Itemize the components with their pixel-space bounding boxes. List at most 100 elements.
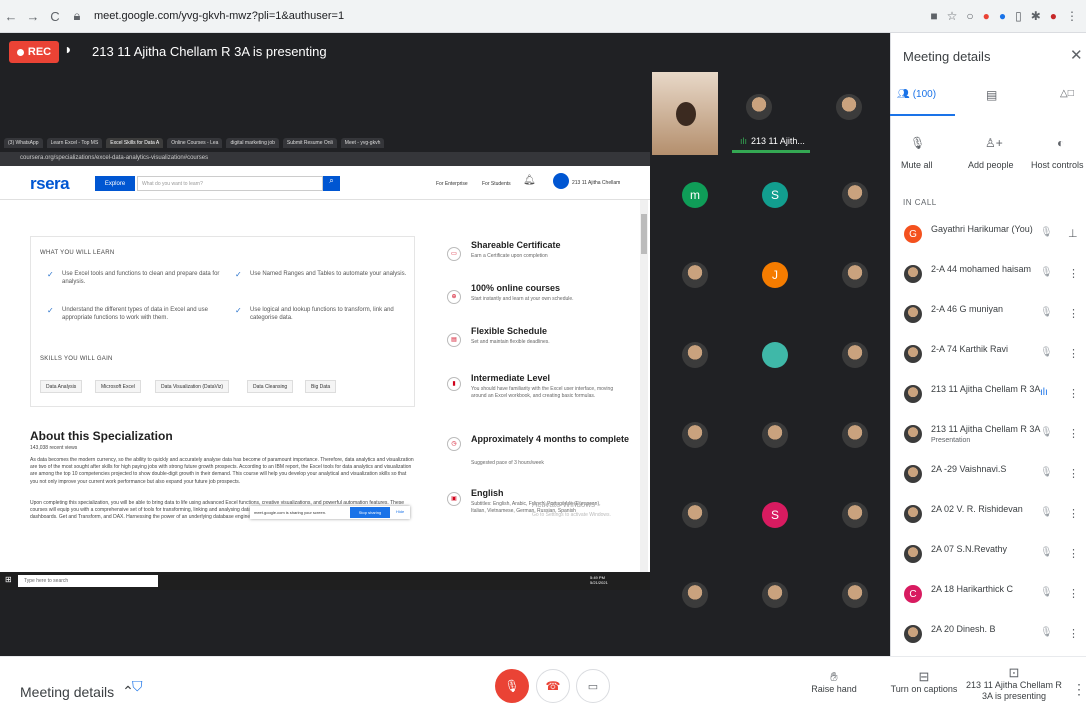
star-icon[interactable]: ☆ <box>947 9 958 23</box>
add-people-label[interactable]: Add people <box>968 160 1014 170</box>
reload-icon[interactable]: C <box>44 9 66 24</box>
participant-tile[interactable] <box>820 160 890 230</box>
add-people-icon[interactable]: ♙+ <box>985 136 1003 150</box>
captions-button[interactable]: ⊟ Turn on captions <box>888 669 960 695</box>
participant-row[interactable]: 213 11 Ajitha Chellam R 3A Presentation 🎙︎… <box>890 418 1086 452</box>
pin-icon[interactable]: ⊥ <box>1068 227 1078 240</box>
participant-tile[interactable] <box>660 480 730 550</box>
mic-off-icon: 🎙︎ <box>1040 587 1053 598</box>
participant-row[interactable]: 2-A 46 G muniyan 🎙︎ ⋮ <box>890 298 1086 332</box>
avatar <box>762 342 788 368</box>
mute-all-icon[interactable]: 🎙︎ <box>910 136 925 150</box>
participant-tile[interactable] <box>660 560 730 630</box>
raise-hand-button[interactable]: ✋︎ Raise hand <box>806 670 862 695</box>
participant-tile[interactable] <box>740 320 810 390</box>
more-options-icon[interactable]: ⋮ <box>1068 467 1079 480</box>
participant-tile[interactable] <box>820 560 890 630</box>
shield-icon[interactable]: ⛉ <box>132 678 143 695</box>
more-options-icon[interactable]: ⋮ <box>1068 387 1079 400</box>
self-video-tile[interactable] <box>652 72 718 155</box>
more-options-icon[interactable]: ⋮ <box>1068 347 1079 360</box>
activities-icon[interactable]: △□ <box>1060 88 1074 99</box>
participant-tile[interactable] <box>660 400 730 470</box>
participant-name-block: 213 11 Ajitha Chellam R 3A <box>931 384 1051 395</box>
host-controls-label[interactable]: Host controls <box>1031 160 1084 170</box>
chat-icon[interactable]: ▤ <box>986 88 997 102</box>
profile-icon[interactable]: ● <box>1050 9 1057 23</box>
participant-name: 2-A 46 G muniyan <box>931 304 1004 314</box>
participant-tile[interactable] <box>660 320 730 390</box>
participant-tile[interactable] <box>820 480 890 550</box>
participant-tile[interactable]: m <box>660 160 730 230</box>
participant-name-block: 2-A 74 Karthik Ravi <box>931 344 1051 355</box>
presenting-button[interactable]: ⊡ 213 11 Ajitha Chellam R 3A is presentin… <box>962 667 1066 705</box>
puzzle-icon[interactable]: ✱ <box>1031 9 1041 23</box>
certificate-icon: ▭ <box>447 247 461 261</box>
hang-up-button[interactable]: ☎︎ <box>536 669 570 703</box>
feature-title: Approximately 4 months to complete <box>471 434 630 444</box>
captions-icon: ⊟ <box>918 669 930 684</box>
more-options-icon[interactable]: ⋮ <box>1072 681 1086 698</box>
participant-row[interactable]: C 2A 18 Harikarthick C 🎙︎ ⋮ <box>890 578 1086 612</box>
participant-tile[interactable]: S <box>740 480 810 550</box>
participant-tile[interactable]: S <box>740 160 810 230</box>
more-options-icon[interactable]: ⋮ <box>1068 427 1079 440</box>
check-icon: ✓ <box>47 270 54 279</box>
mic-off-button[interactable]: 🎙︎ <box>495 669 529 703</box>
participant-row[interactable]: 213 11 Ajitha Chellam R 3A ılı ⋮ <box>890 378 1086 412</box>
avatar: C <box>904 585 922 603</box>
host-controls-icon[interactable]: ◐ <box>1057 136 1064 150</box>
learn-heading: WHAT YOU WILL LEARN <box>40 250 115 256</box>
more-options-icon[interactable]: ⋮ <box>1068 507 1079 520</box>
avatar <box>682 262 708 288</box>
forward-icon[interactable]: → <box>22 9 44 24</box>
presenting-title: 213 11 Ajitha Chellam R 3A is presenting <box>92 44 327 59</box>
extension-icon[interactable]: ▯ <box>1015 9 1022 23</box>
lock-icon[interactable]: 🔒︎ <box>66 8 88 24</box>
participant-row[interactable]: 2A -29 Vaishnavi.S 🎙︎ ⋮ <box>890 458 1086 492</box>
more-options-icon[interactable]: ⋮ <box>1068 307 1079 320</box>
avatar <box>553 173 569 189</box>
tab-people[interactable]: 👥︎ (100) <box>897 89 936 100</box>
meeting-details-toggle[interactable]: Meeting details ⌃ <box>20 683 134 700</box>
shared-tab: Submit Resume Onli <box>282 138 337 148</box>
extension-icon[interactable]: ○ <box>966 9 973 23</box>
participant-tile[interactable] <box>660 240 730 310</box>
people-count: (100) <box>912 89 937 100</box>
avatar <box>904 465 922 483</box>
address-bar[interactable]: meet.google.com/yvg-gkvh-mwz?pli=1&authu… <box>94 10 344 22</box>
close-icon[interactable]: ✕ <box>1070 46 1083 64</box>
menu-icon[interactable]: ⋮ <box>1066 9 1078 23</box>
avatar <box>682 502 708 528</box>
more-options-icon[interactable]: ⋮ <box>1068 547 1079 560</box>
more-options-icon[interactable]: ⋮ <box>1068 627 1079 640</box>
skills-heading: SKILLS YOU WILL GAIN <box>40 356 113 362</box>
camera-icon[interactable]: ■ <box>930 9 937 23</box>
participant-tile[interactable]: J <box>740 240 810 310</box>
participant-tile[interactable] <box>820 320 890 390</box>
participant-tile[interactable] <box>740 560 810 630</box>
mute-all-label[interactable]: Mute all <box>901 160 933 170</box>
more-options-icon[interactable]: ⋮ <box>1068 267 1079 280</box>
extension-icon[interactable]: ● <box>983 9 990 23</box>
participant-tile[interactable] <box>740 400 810 470</box>
participant-row[interactable]: 2A 02 V. R. Rishidevan 🎙︎ ⋮ <box>890 498 1086 532</box>
clock-icon: ◷ <box>447 437 461 451</box>
back-icon[interactable]: ← <box>0 9 22 24</box>
extension-icon[interactable]: ● <box>999 9 1006 23</box>
participant-tile[interactable] <box>820 400 890 470</box>
windows-start-icon: ⊞ <box>5 575 12 584</box>
tab-indicator <box>890 114 955 116</box>
more-options-icon[interactable]: ⋮ <box>1068 587 1079 600</box>
participant-name-block: 2A -29 Vaishnavi.S <box>931 464 1051 475</box>
participant-row[interactable]: 2-A 44 mohamed haisam 🎙︎ ⋮ <box>890 258 1086 292</box>
participant-avatar <box>836 94 862 120</box>
audio-level-icon: ılı <box>1040 387 1048 398</box>
participant-row[interactable]: 2A 20 Dinesh. B 🎙︎ ⋮ <box>890 618 1086 652</box>
participant-row[interactable]: 2A 07 S.N.Revathy 🎙︎ ⋮ <box>890 538 1086 572</box>
participant-tile[interactable] <box>820 240 890 310</box>
participant-row[interactable]: G Gayathri Harikumar (You) 🎙︎ ⊥ <box>890 218 1086 252</box>
camera-button[interactable]: ▭ <box>576 669 610 703</box>
presenter-avatar <box>746 94 772 120</box>
participant-row[interactable]: 2-A 74 Karthik Ravi 🎙︎ ⋮ <box>890 338 1086 372</box>
